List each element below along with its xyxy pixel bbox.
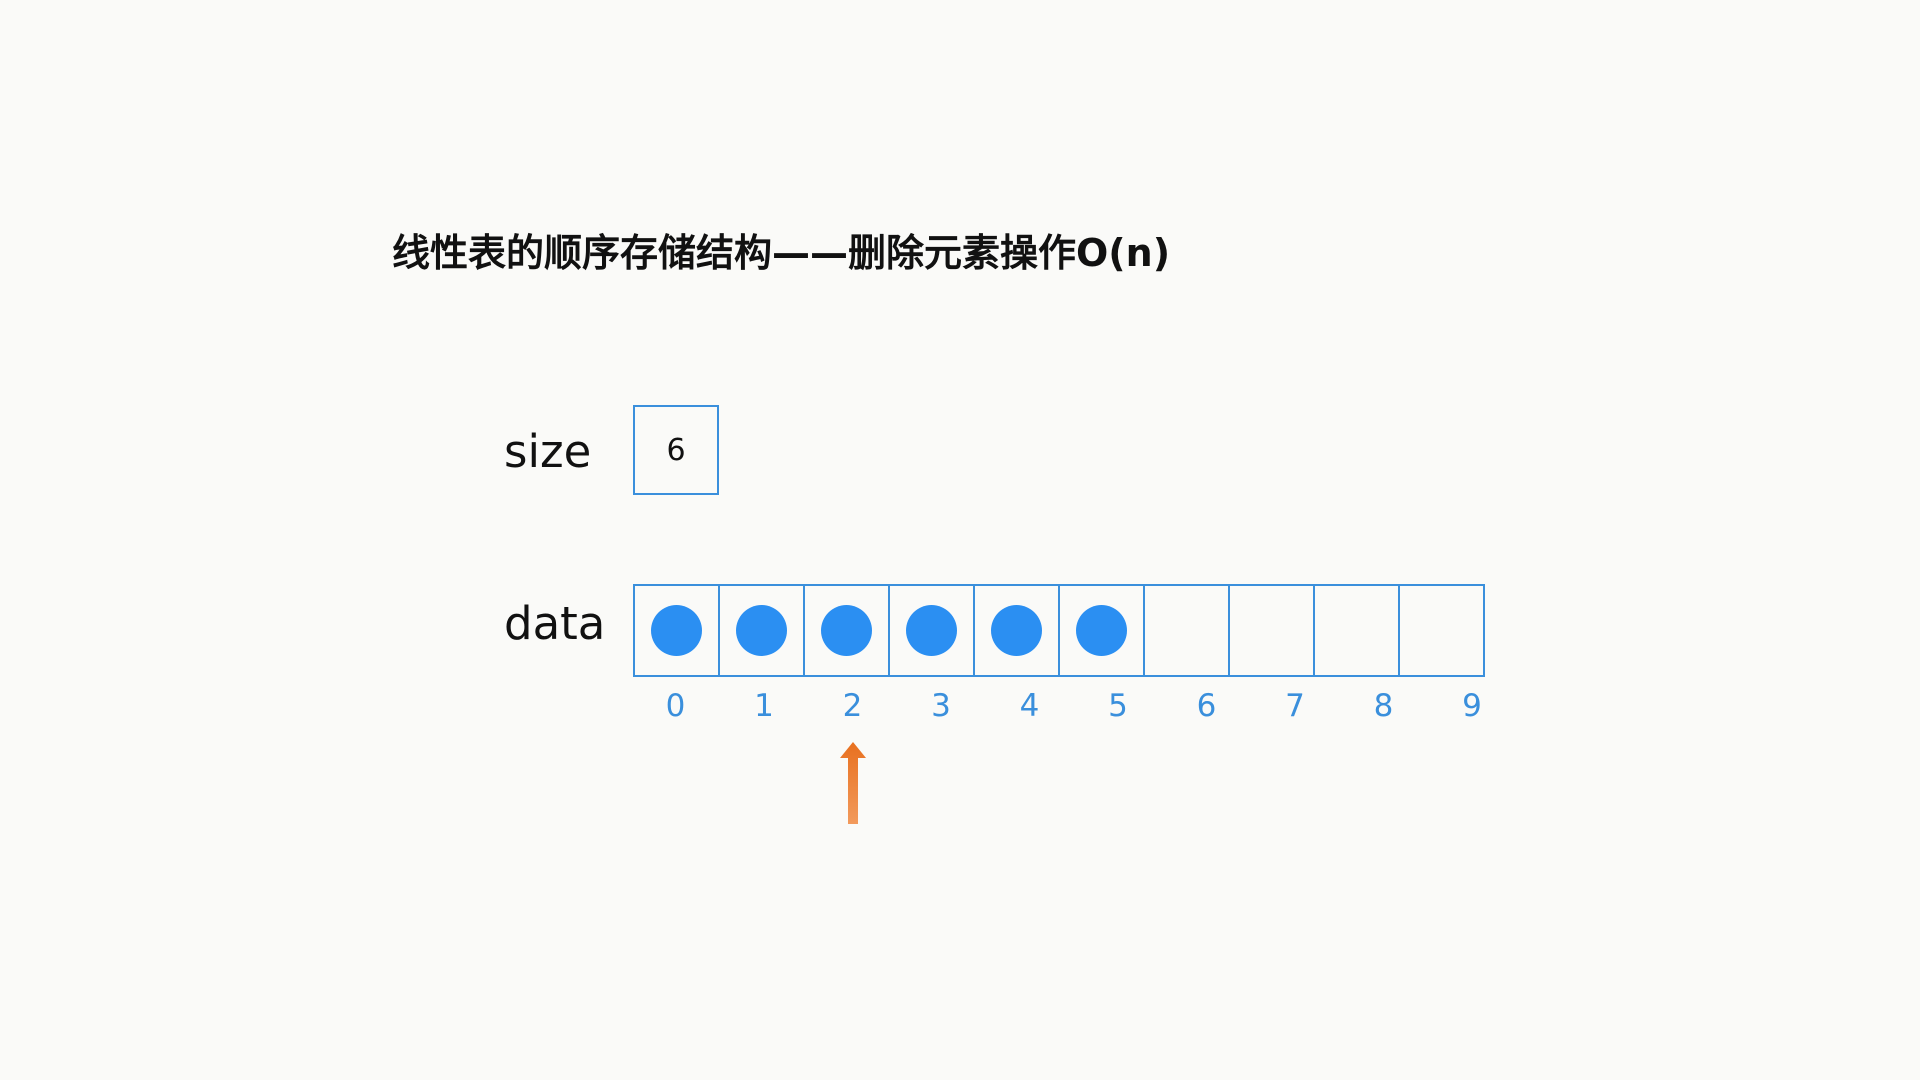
array-cell — [633, 584, 720, 677]
array-index-label: 6 — [1196, 688, 1217, 724]
array-cell — [973, 584, 1060, 677]
data-label: data — [504, 597, 606, 650]
element-dot — [651, 605, 702, 656]
array-index-label: 2 — [842, 688, 863, 724]
array-cell — [888, 584, 975, 677]
array-cell — [1398, 584, 1485, 677]
slide: 线性表的顺序存储结构——删除元素操作O(n) size 6 data 0 1 2 3 4… — [0, 0, 1920, 1080]
array-index-label: 8 — [1373, 688, 1394, 724]
array-index-label: 5 — [1108, 688, 1128, 724]
up-arrow-icon — [840, 742, 866, 824]
array-index-label: 4 — [1019, 688, 1040, 724]
data-array — [633, 584, 1485, 677]
array-cell — [1313, 584, 1400, 677]
array-cell — [1228, 584, 1315, 677]
array-cell — [803, 584, 890, 677]
element-dot — [1076, 605, 1127, 656]
array-index-label: 7 — [1285, 688, 1305, 724]
size-value-box: 6 — [633, 405, 719, 495]
size-label: size — [504, 425, 592, 478]
array-index-label: 1 — [754, 688, 774, 724]
array-cell — [1058, 584, 1145, 677]
size-value: 6 — [666, 432, 686, 468]
array-index-label: 3 — [931, 688, 951, 724]
slide-title: 线性表的顺序存储结构——删除元素操作O(n) — [392, 231, 1171, 275]
array-index-label: 0 — [665, 688, 686, 724]
up-arrow-shape — [840, 742, 866, 824]
array-cell — [718, 584, 805, 677]
array-index-label: 9 — [1462, 688, 1482, 724]
element-dot — [821, 605, 872, 656]
array-cell — [1143, 584, 1230, 677]
element-dot — [736, 605, 787, 656]
array-indices: 0 1 2 3 4 5 6 7 8 9 — [633, 688, 1515, 724]
element-dot — [991, 605, 1042, 656]
element-dot — [906, 605, 957, 656]
